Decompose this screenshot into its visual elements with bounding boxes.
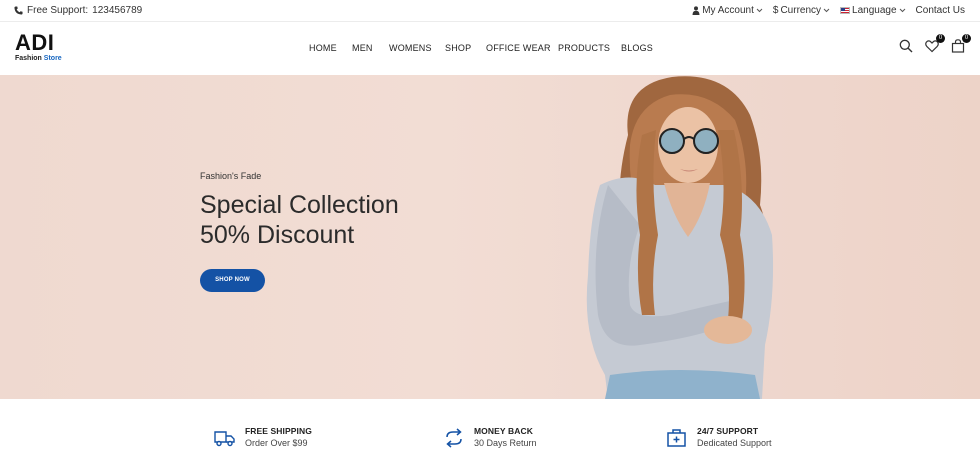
logo-tagline-fashion: Fashion [15, 55, 42, 62]
nav-item-products[interactable]: PRODUCTS [558, 43, 610, 53]
main-header: ADI Fashion Store HOME MEN WOMENS SHOP O… [0, 23, 980, 75]
hero-title: Special Collection 50% Discount [200, 190, 399, 250]
feature-subtitle: Dedicated Support [697, 438, 772, 448]
nav-item-office-wear[interactable]: OFFICE WEAR [486, 43, 551, 53]
feature-free-shipping: FREE SHIPPING Order Over $99 [214, 426, 312, 450]
logo-tagline-store: Store [43, 55, 62, 62]
my-account-label: My Account [702, 5, 754, 16]
phone-icon [14, 6, 23, 15]
support-label: Free Support: [27, 5, 89, 16]
language-label: Language [852, 5, 897, 16]
currency-symbol: $ [772, 5, 779, 16]
free-support: Free Support: 123456789 [14, 5, 142, 16]
nav-item-womens[interactable]: WOMENS [389, 43, 432, 53]
logo-tagline: Fashion Store [15, 55, 75, 62]
feature-title: FREE SHIPPING [245, 426, 312, 436]
truck-icon [214, 431, 235, 447]
user-icon [692, 6, 700, 15]
logo[interactable]: ADI Fashion Store [15, 30, 75, 63]
return-arrows-icon [446, 428, 462, 448]
wishlist-count-badge: 0 [936, 34, 945, 43]
hero-title-line1: Special Collection [200, 191, 399, 219]
feature-money-back: MONEY BACK 30 Days Return [443, 426, 537, 450]
currency-dropdown[interactable]: $ Currency [773, 5, 830, 16]
chevron-down-icon [899, 8, 905, 13]
feature-subtitle: Order Over $99 [245, 438, 308, 448]
support-box-icon [667, 429, 686, 447]
contact-us-link[interactable]: Contact Us [916, 5, 965, 16]
cart-button[interactable]: 0 [951, 34, 971, 53]
feature-title: MONEY BACK [474, 426, 533, 436]
flag-icon [840, 7, 851, 14]
support-phone[interactable]: 123456789 [92, 5, 142, 16]
nav-item-home[interactable]: HOME [309, 43, 337, 53]
language-dropdown[interactable]: Language [840, 5, 906, 16]
nav-item-blogs[interactable]: BLOGS [621, 43, 653, 53]
cart-count-badge: 0 [962, 34, 971, 43]
feature-subtitle: 30 Days Return [474, 438, 537, 448]
hero-title-line2: 50% Discount [200, 221, 355, 249]
nav-item-shop[interactable]: SHOP [445, 43, 471, 53]
features-bar: FREE SHIPPING Order Over $99 MONEY BACK … [0, 399, 980, 471]
wishlist-button[interactable]: 0 [925, 34, 945, 53]
search-button[interactable] [899, 39, 913, 53]
chevron-down-icon [823, 8, 830, 13]
top-bar: Free Support: 123456789 My Account $ Cur… [0, 0, 980, 22]
logo-brand: ADI [15, 30, 55, 55]
hero-kicker: Fashion's Fade [200, 171, 262, 181]
feature-support: 24/7 SUPPORT Dedicated Support [666, 426, 772, 450]
hero-banner: Fashion's Fade Special Collection 50% Di… [0, 75, 980, 399]
chevron-down-icon [756, 8, 763, 13]
feature-title: 24/7 SUPPORT [697, 426, 759, 436]
search-icon [899, 39, 913, 53]
currency-label: Currency [780, 5, 822, 16]
nav-item-men[interactable]: MEN [352, 43, 373, 53]
shop-now-button[interactable]: SHOP NOW [200, 269, 265, 292]
my-account-dropdown[interactable]: My Account [692, 5, 763, 16]
hero-model-image [586, 76, 774, 399]
